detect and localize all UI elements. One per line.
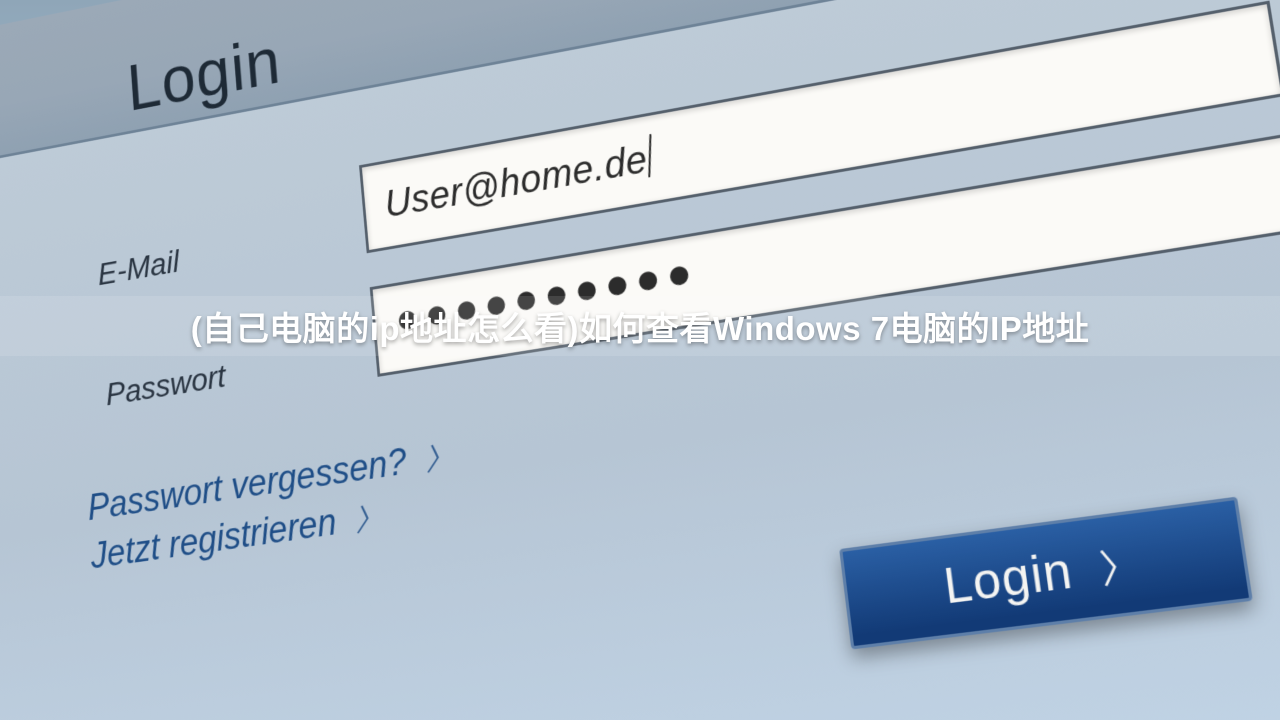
password-label: Passwort [105,358,227,414]
email-label: E-Mail [97,244,181,294]
text-caret [648,134,651,177]
login-button-label: Login [941,543,1076,615]
login-button[interactable]: Login 〉 [839,497,1253,650]
perspective-scene: Login E-Mail User@home.de Passwort ●●●●●… [0,0,1280,720]
panel-title: Login [125,23,284,126]
auxiliary-links: Passwort vergessen? 〉 Jetzt registrieren… [86,430,459,582]
password-mask: ●●●●●●●●●● [393,247,700,344]
login-panel: Login E-Mail User@home.de Passwort ●●●●●… [0,0,1280,720]
chevron-right-icon: 〉 [424,441,454,477]
email-value: User@home.de [383,138,649,226]
chevron-right-icon: 〉 [1098,544,1144,593]
chevron-right-icon: 〉 [354,502,384,538]
